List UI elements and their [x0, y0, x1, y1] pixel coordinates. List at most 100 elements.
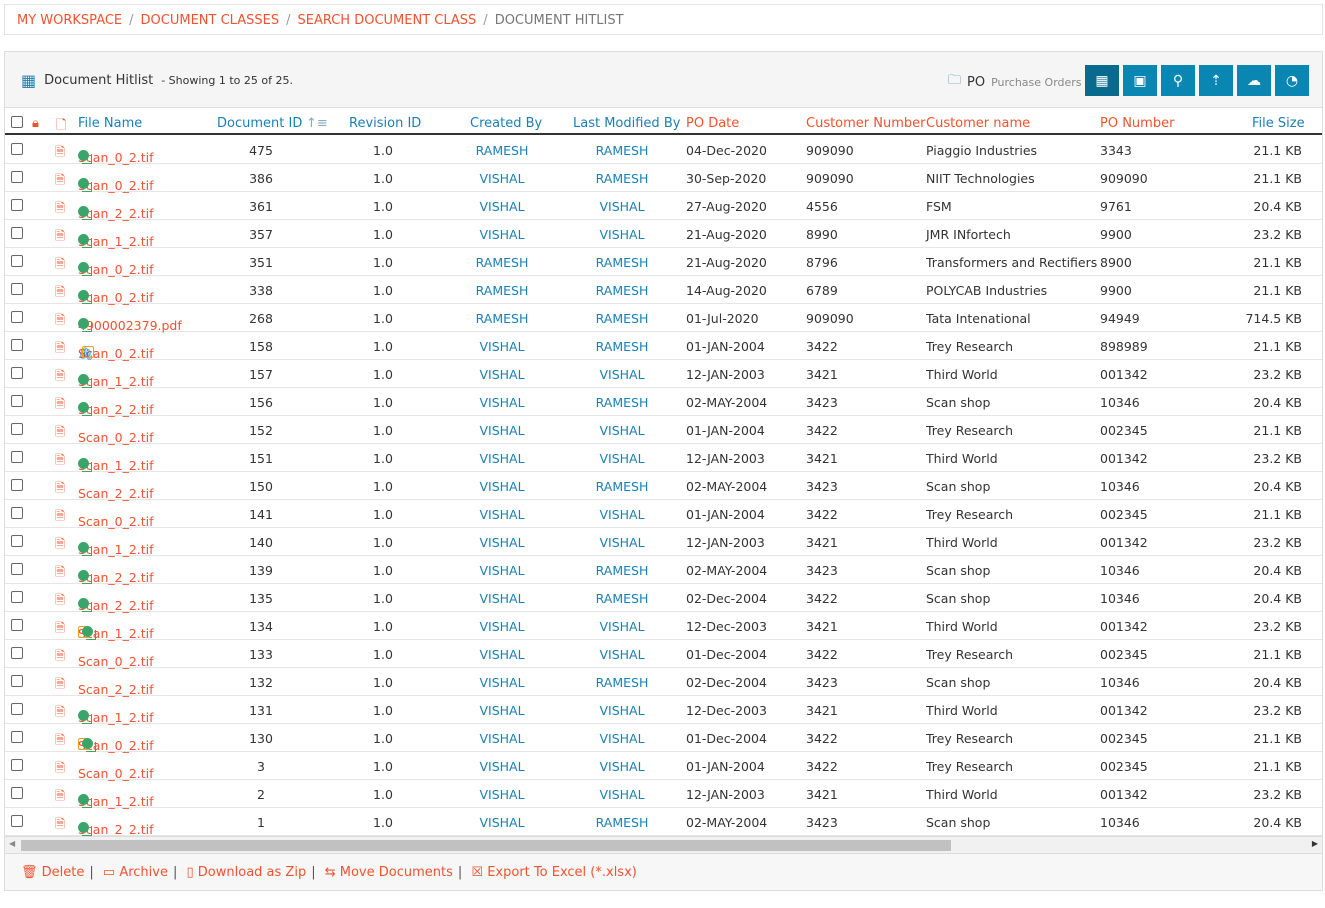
version-icon[interactable] [81, 738, 96, 752]
col-file-name[interactable]: File Name [78, 116, 142, 131]
table-row[interactable]: 🗎 Scan_2_2.tif 361 1.0 VISHAL VISHAL 27-… [5, 192, 1322, 221]
version-icon[interactable] [78, 402, 92, 416]
table-row[interactable]: 🗎 Scan_2_2.tif 156 1.0 VISHAL RAMESH 02-… [5, 388, 1322, 417]
table-row[interactable]: 🗎 Scan_1_2.tif 131 1.0 VISHAL VISHAL 12-… [5, 696, 1322, 725]
version-icon[interactable] [78, 318, 92, 332]
row-checkbox[interactable] [11, 675, 23, 687]
col-document-id[interactable]: Document ID [217, 116, 302, 131]
file-name-link[interactable]: Scan_2_2.tif [78, 682, 154, 697]
table-row[interactable]: 🗎 Scan_0_2.tif 133 1.0 VISHAL VISHAL 01-… [5, 640, 1322, 669]
version-icon[interactable] [78, 458, 92, 472]
table-row[interactable]: 🗎 Scan_0_2.tif 141 1.0 VISHAL VISHAL 01-… [5, 500, 1322, 529]
col-po-number[interactable]: PO Number [1100, 116, 1174, 131]
col-created-by[interactable]: Created By [470, 116, 542, 131]
row-checkbox[interactable] [11, 759, 23, 771]
table-row[interactable]: 🗎 Scan_0_2.tif 130 1.0 VISHAL VISHAL 01-… [5, 724, 1322, 753]
version-icon[interactable] [78, 822, 92, 836]
col-last-modified-by[interactable]: Last Modified By [573, 116, 680, 131]
table-row[interactable]: 🗎 Scan_1_2.tif 140 1.0 VISHAL VISHAL 12-… [5, 528, 1322, 557]
row-checkbox[interactable] [11, 227, 23, 239]
version-icon[interactable] [78, 794, 92, 808]
version-icon[interactable] [78, 542, 92, 556]
row-checkbox[interactable] [11, 311, 23, 323]
row-checkbox[interactable] [11, 647, 23, 659]
horizontal-scrollbar[interactable]: ◀ ▶ [5, 836, 1322, 853]
file-name-link[interactable]: Scan_0_2.tif [78, 766, 154, 781]
move-documents-button[interactable]: ⇆ Move Documents [325, 865, 453, 880]
table-row[interactable]: 🗎 Scan_1_2.tif 2 1.0 VISHAL VISHAL 12-JA… [5, 780, 1322, 809]
version-icon[interactable] [78, 290, 92, 304]
table-row[interactable]: 🗎 Scan_2_2.tif 139 1.0 VISHAL RAMESH 02-… [5, 556, 1322, 585]
export-excel-button[interactable]: ☒ Export To Excel (*.xlsx) [471, 865, 636, 880]
delete-button[interactable]: 🗑 Delete [21, 865, 84, 880]
version-icon[interactable] [78, 374, 92, 388]
grid-view-button[interactable]: ▦ [1085, 65, 1119, 96]
file-name-link[interactable]: 4900002379.pdf [78, 318, 182, 333]
col-file-size[interactable]: File Size [1252, 116, 1305, 131]
table-row[interactable]: 🗎 Scan_0_2.tif 3 1.0 VISHAL VISHAL 01-JA… [5, 752, 1322, 781]
row-checkbox[interactable] [11, 591, 23, 603]
version-icon[interactable] [78, 150, 92, 164]
col-customer-number[interactable]: Customer Number [806, 116, 926, 131]
row-checkbox[interactable] [11, 479, 23, 491]
version-icon[interactable] [78, 234, 92, 248]
scrollbar-thumb[interactable] [21, 840, 951, 851]
row-checkbox[interactable] [11, 199, 23, 211]
archive-button[interactable]: ▭ Archive [103, 865, 168, 880]
sort-icon[interactable]: ↑≡ [306, 116, 328, 131]
row-checkbox[interactable] [11, 283, 23, 295]
row-checkbox[interactable] [11, 339, 23, 351]
row-checkbox[interactable] [11, 143, 23, 155]
version-icon[interactable] [78, 570, 92, 584]
table-row[interactable]: 🗎 Scan_1_2.tif 134 1.0 VISHAL VISHAL 12-… [5, 612, 1322, 641]
col-customer-name[interactable]: Customer name [926, 116, 1030, 131]
version-icon[interactable] [78, 178, 92, 192]
file-name-link[interactable]: Scan_0_2.tif [78, 654, 154, 669]
row-checkbox[interactable] [11, 815, 23, 827]
select-all-checkbox[interactable] [11, 116, 23, 128]
row-checkbox[interactable] [11, 787, 23, 799]
row-checkbox[interactable] [11, 171, 23, 183]
image-view-button[interactable]: ▣ [1123, 65, 1157, 96]
table-row[interactable]: 🗎 Scan_2_2.tif 135 1.0 VISHAL RAMESH 02-… [5, 584, 1322, 613]
row-checkbox[interactable] [11, 367, 23, 379]
row-checkbox[interactable] [11, 451, 23, 463]
version-icon[interactable] [78, 598, 92, 612]
row-checkbox[interactable] [11, 507, 23, 519]
row-checkbox[interactable] [11, 731, 23, 743]
table-row[interactable]: 🗎 Scan_0_2.tif 386 1.0 VISHAL RAMESH 30-… [5, 164, 1322, 193]
search-button[interactable]: ⚲ [1161, 65, 1195, 96]
file-name-link[interactable]: Scan_0_2.tif [78, 514, 154, 529]
row-checkbox[interactable] [11, 255, 23, 267]
version-icon[interactable] [81, 626, 96, 640]
file-name-link[interactable]: Scan_0_2.tif [78, 430, 154, 445]
breadcrumb-document-classes[interactable]: DOCUMENT CLASSES [141, 13, 280, 28]
version-icon[interactable] [78, 262, 92, 276]
row-checkbox[interactable] [11, 619, 23, 631]
col-revision-id[interactable]: Revision ID [349, 116, 421, 131]
dashboard-button[interactable]: ◔ [1275, 65, 1309, 96]
table-row[interactable]: 🗎 4900002379.pdf 268 1.0 RAMESH RAMESH 0… [5, 304, 1322, 333]
breadcrumb-my-workspace[interactable]: MY WORKSPACE [17, 13, 122, 28]
table-row[interactable]: 🗎 Scan_1_2.tif 357 1.0 VISHAL VISHAL 21-… [5, 220, 1322, 249]
row-checkbox[interactable] [11, 703, 23, 715]
col-po-date[interactable]: PO Date [686, 116, 739, 131]
row-checkbox[interactable] [11, 423, 23, 435]
file-name-link[interactable]: Scan_2_2.tif [78, 486, 154, 501]
cloud-upload-button[interactable]: ☁ [1237, 65, 1271, 96]
table-row[interactable]: 🗎 Scan_0_2.tif 152 1.0 VISHAL VISHAL 01-… [5, 416, 1322, 445]
table-row[interactable]: 🗎 Scan_1_2.tif 151 1.0 VISHAL VISHAL 12-… [5, 444, 1322, 473]
breadcrumb-search-document-class[interactable]: SEARCH DOCUMENT CLASS [297, 13, 476, 28]
download-zip-button[interactable]: ▯ Download as Zip [187, 865, 307, 880]
table-row[interactable]: 🗎 Scan_0_2.tif 351 1.0 RAMESH RAMESH 21-… [5, 248, 1322, 277]
upload-file-button[interactable]: ⇡ [1199, 65, 1233, 96]
note-icon[interactable] [81, 346, 94, 358]
table-row[interactable]: 🗎 Scan_2_2.tif 1 1.0 VISHAL RAMESH 02-MA… [5, 808, 1322, 837]
version-icon[interactable] [78, 206, 92, 220]
table-row[interactable]: 🗎 Scan_1_2.tif 157 1.0 VISHAL VISHAL 12-… [5, 360, 1322, 389]
row-checkbox[interactable] [11, 563, 23, 575]
version-icon[interactable] [78, 710, 92, 724]
table-row[interactable]: 🗎 Scan_0_2.tif 🖇 158 1.0 VISHAL RAMESH 0… [5, 332, 1322, 361]
table-row[interactable]: 🗎 Scan_2_2.tif 132 1.0 VISHAL RAMESH 02-… [5, 668, 1322, 697]
table-row[interactable]: 🗎 Scan_0_2.tif 475 1.0 RAMESH RAMESH 04-… [5, 136, 1322, 165]
